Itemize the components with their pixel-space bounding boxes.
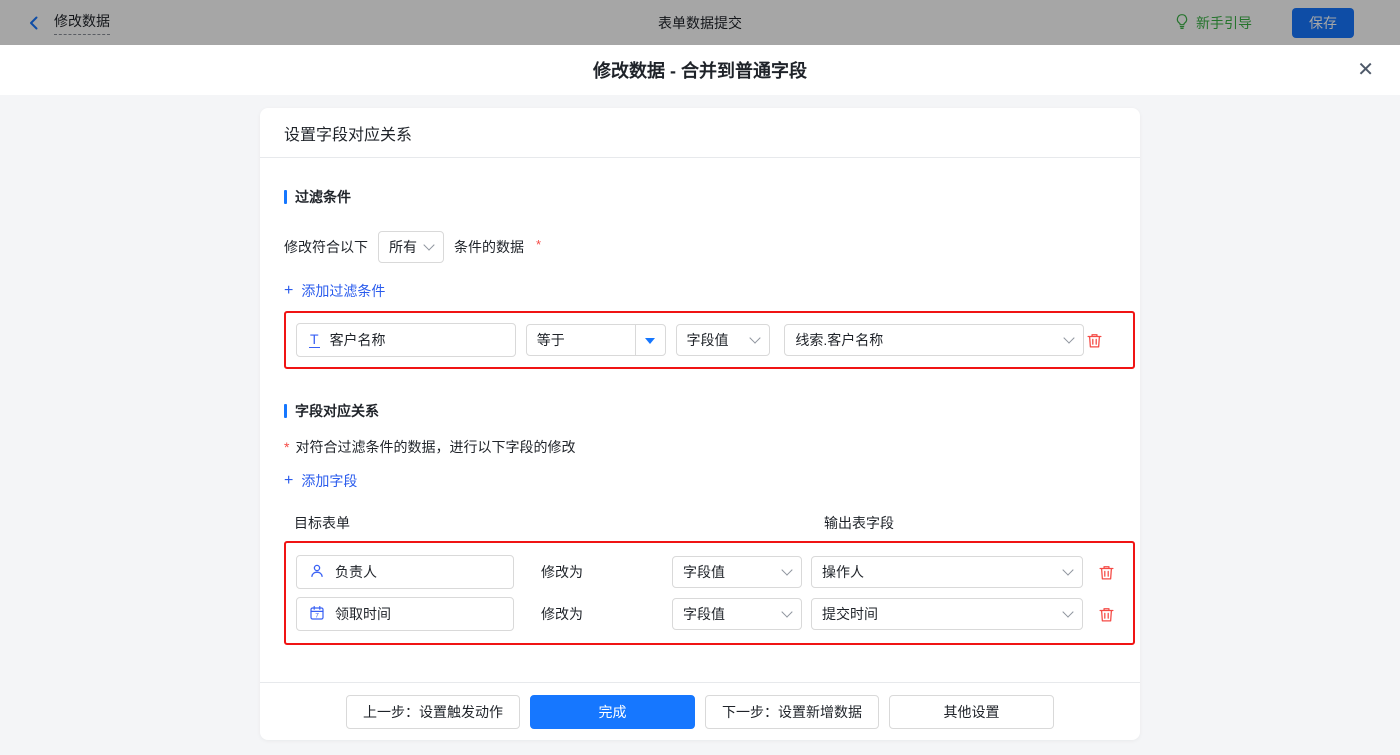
target-form-column-label: 目标表单 bbox=[294, 515, 350, 531]
condition-suffix-text: 条件的数据 bbox=[454, 239, 524, 255]
match-mode-select[interactable]: 所有 bbox=[378, 231, 444, 263]
filter-condition-line: 修改符合以下 所有 条件的数据 * bbox=[284, 231, 1116, 263]
card-footer: 上一步：设置触发动作 完成 下一步：设置新增数据 其他设置 bbox=[260, 682, 1140, 740]
output-field-column-label: 输出表字段 bbox=[824, 515, 894, 531]
filter-value-type-select[interactable]: 字段值 bbox=[675, 324, 771, 356]
mapping-section-label: 字段对应关系 bbox=[295, 403, 379, 419]
condition-prefix-text: 修改符合以下 bbox=[284, 239, 368, 255]
mapping-field-input[interactable]: 7 领取时间 bbox=[296, 597, 514, 631]
chevron-down-icon bbox=[1063, 332, 1075, 344]
add-filter-condition-link[interactable]: + 添加过滤条件 bbox=[284, 281, 385, 301]
filter-field-input[interactable]: T 客户名称 bbox=[296, 323, 516, 357]
filter-value-select[interactable]: 线索.客户名称 bbox=[784, 324, 1084, 356]
filter-section-title: 过滤条件 bbox=[284, 187, 1116, 207]
operator-caret-zone[interactable] bbox=[634, 325, 665, 355]
section-accent-bar bbox=[284, 190, 287, 204]
match-mode-value: 所有 bbox=[389, 239, 417, 255]
action-label: 修改为 bbox=[541, 564, 583, 580]
chevron-down-icon bbox=[781, 564, 793, 576]
action-label: 修改为 bbox=[541, 606, 583, 622]
filter-value: 线索.客户名称 bbox=[795, 332, 884, 348]
required-asterisk: * bbox=[284, 439, 290, 455]
other-settings-button[interactable]: 其他设置 bbox=[889, 694, 1054, 729]
filter-section-label: 过滤条件 bbox=[295, 189, 351, 205]
mapping-rows-highlight-box: 负责人 修改为 字段值 操作人 7 领取时间 修改为 字段值 提交时间 bbox=[284, 541, 1135, 645]
filter-value-type: 字段值 bbox=[686, 332, 729, 348]
user-icon bbox=[309, 563, 325, 582]
prev-step-button[interactable]: 上一步：设置触发动作 bbox=[346, 694, 520, 729]
mapping-section-title: 字段对应关系 bbox=[284, 401, 1116, 421]
modal-header: 修改数据 - 合并到普通字段 ✕ bbox=[0, 45, 1400, 95]
save-button[interactable]: 保存 bbox=[1292, 7, 1354, 38]
mapping-description-line: * 对符合过滤条件的数据，进行以下字段的修改 bbox=[284, 437, 1116, 457]
delete-mapping-button[interactable] bbox=[1096, 562, 1117, 583]
add-filter-label: 添加过滤条件 bbox=[301, 283, 386, 299]
mapping-field-input[interactable]: 负责人 bbox=[296, 555, 514, 589]
mapping-value-type: 字段值 bbox=[683, 606, 725, 622]
section-accent-bar bbox=[284, 404, 287, 418]
back-chevron-icon[interactable] bbox=[26, 15, 42, 31]
mapping-description: 对符合过滤条件的数据，进行以下字段的修改 bbox=[295, 439, 576, 455]
mapping-column-headers: 目标表单 输出表字段 bbox=[284, 513, 1116, 533]
card-content: 过滤条件 修改符合以下 所有 条件的数据 * + 添加过滤条件 T 客户名称 等… bbox=[260, 158, 1140, 682]
top-toolbar: 修改数据 表单数据提交 新手引导 保存 bbox=[0, 0, 1400, 45]
mapping-value-type-select[interactable]: 字段值 bbox=[672, 598, 802, 630]
guide-label: 新手引导 bbox=[1196, 14, 1252, 31]
text-field-icon: T bbox=[309, 330, 320, 349]
operator-select[interactable]: 等于 bbox=[525, 324, 666, 356]
chevron-down-icon bbox=[1062, 606, 1074, 618]
chevron-down-icon bbox=[781, 606, 793, 618]
settings-card: 设置字段对应关系 过滤条件 修改符合以下 所有 条件的数据 * + 添加过滤条件 bbox=[260, 108, 1140, 740]
mapping-value-type: 字段值 bbox=[683, 564, 725, 580]
close-icon[interactable]: ✕ bbox=[1357, 60, 1374, 80]
modal-title: 修改数据 - 合并到普通字段 bbox=[593, 61, 807, 81]
beginner-guide-link[interactable]: 新手引导 bbox=[1174, 13, 1252, 33]
chevron-down-icon bbox=[749, 332, 762, 344]
add-field-link[interactable]: + 添加字段 bbox=[284, 471, 357, 491]
mapping-value-select[interactable]: 提交时间 bbox=[811, 598, 1083, 630]
chevron-down-icon bbox=[423, 239, 435, 251]
toolbar-back-label[interactable]: 修改数据 bbox=[54, 11, 110, 35]
calendar-icon: 7 bbox=[309, 605, 325, 624]
delete-mapping-button[interactable] bbox=[1096, 604, 1117, 625]
mapping-row: 负责人 修改为 字段值 操作人 bbox=[296, 555, 1123, 589]
plus-icon: + bbox=[284, 282, 294, 299]
mapping-value-select[interactable]: 操作人 bbox=[811, 556, 1083, 588]
mapping-value: 提交时间 bbox=[822, 606, 878, 622]
mapping-value: 操作人 bbox=[822, 564, 864, 580]
chevron-down-icon bbox=[1062, 564, 1074, 576]
filter-row-highlight-box: T 客户名称 等于 字段值 线索.客户名称 bbox=[284, 311, 1135, 369]
mapping-field-value: 领取时间 bbox=[335, 606, 391, 622]
trash-icon bbox=[1099, 607, 1114, 622]
card-header-title: 设置字段对应关系 bbox=[260, 108, 1140, 158]
caret-down-filled-icon bbox=[645, 337, 656, 349]
lightbulb-icon bbox=[1174, 13, 1190, 33]
modal-body: 设置字段对应关系 过滤条件 修改符合以下 所有 条件的数据 * + 添加过滤条件 bbox=[0, 95, 1400, 755]
operator-value: 等于 bbox=[536, 332, 565, 348]
add-field-label: 添加字段 bbox=[301, 473, 358, 489]
trash-icon bbox=[1087, 333, 1102, 348]
trash-icon bbox=[1099, 565, 1114, 580]
filter-field-value: 客户名称 bbox=[329, 332, 386, 348]
plus-icon: + bbox=[284, 472, 294, 489]
mapping-value-type-select[interactable]: 字段值 bbox=[672, 556, 802, 588]
mapping-field-value: 负责人 bbox=[335, 564, 377, 580]
done-button[interactable]: 完成 bbox=[530, 694, 695, 729]
delete-filter-button[interactable] bbox=[1084, 330, 1105, 351]
required-asterisk: * bbox=[536, 236, 542, 252]
mapping-row: 7 领取时间 修改为 字段值 提交时间 bbox=[296, 597, 1123, 631]
svg-text:7: 7 bbox=[315, 612, 319, 619]
next-step-button[interactable]: 下一步：设置新增数据 bbox=[705, 694, 879, 729]
